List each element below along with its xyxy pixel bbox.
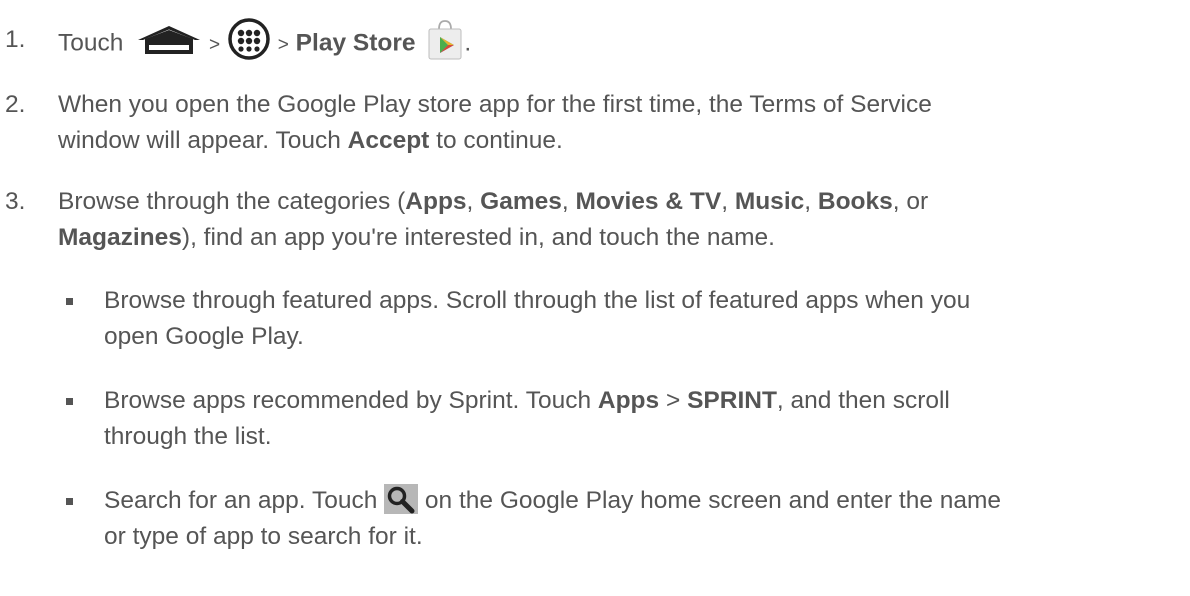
step-2: 2. When you open the Google Play store a…: [0, 87, 1180, 159]
step-text: Browse through the categories (: [58, 188, 406, 215]
bullet-text: through the list.: [104, 423, 272, 450]
bullet-text: Browse through featured apps. Scroll thr…: [104, 287, 971, 314]
separator: >: [209, 34, 221, 56]
separator: >: [277, 34, 289, 56]
step-text: to continue.: [429, 127, 563, 154]
sprint-label: SPRINT: [687, 387, 777, 414]
bullet-text: Search for an app. Touch: [104, 487, 385, 514]
comma: ,: [721, 188, 735, 215]
bullet-text: or type of app to search for it.: [104, 523, 423, 550]
accept-label: Accept: [347, 127, 430, 154]
bullet-item: Search for an app. Touch on the Google P…: [0, 483, 1180, 555]
play-store-label: Play Store: [295, 29, 416, 57]
search-icon: [384, 483, 419, 514]
category-books: Books: [817, 188, 893, 215]
play-store-icon: [426, 20, 464, 60]
comma: , or: [892, 188, 929, 215]
step-3: 3. Browse through the categories (Apps , …: [0, 184, 1180, 256]
category-apps: Apps: [405, 188, 467, 215]
bullet-text: Browse apps recommended by Sprint. Touch: [104, 387, 598, 414]
category-movies: Movies & TV: [575, 188, 722, 215]
step-text: ), find an app you're interested in, and…: [181, 224, 775, 251]
apps-grid-icon: [227, 17, 271, 61]
bullet-text: , and then scroll: [776, 387, 950, 414]
bullet-item: Browse apps recommended by Sprint. Touch…: [0, 383, 1180, 455]
step-1: 1. Touch > > Play Store .: [0, 18, 1180, 66]
separator: >: [659, 387, 688, 414]
bullet-text: on the Google Play home screen and enter…: [418, 487, 1002, 514]
step-text: window will appear. Touch: [58, 127, 348, 154]
step-number: 2.: [5, 91, 26, 118]
period: .: [464, 29, 472, 57]
category-magazines: Magazines: [58, 224, 182, 251]
bullet-item: Browse through featured apps. Scroll thr…: [0, 283, 1180, 355]
comma: ,: [561, 188, 576, 215]
category-music: Music: [734, 188, 805, 215]
comma: ,: [466, 188, 481, 215]
apps-label: Apps: [597, 387, 660, 414]
category-games: Games: [480, 188, 562, 215]
home-icon: [136, 24, 202, 56]
bullet-text: open Google Play.: [104, 323, 304, 350]
bullet-marker: [66, 398, 73, 405]
step-number: 1.: [5, 26, 26, 53]
bullet-marker: [66, 298, 73, 305]
bullet-marker: [66, 498, 73, 505]
step-number: 3.: [5, 188, 26, 215]
step-text: Touch: [58, 29, 124, 57]
step-text: When you open the Google Play store app …: [58, 91, 932, 118]
comma: ,: [804, 188, 818, 215]
